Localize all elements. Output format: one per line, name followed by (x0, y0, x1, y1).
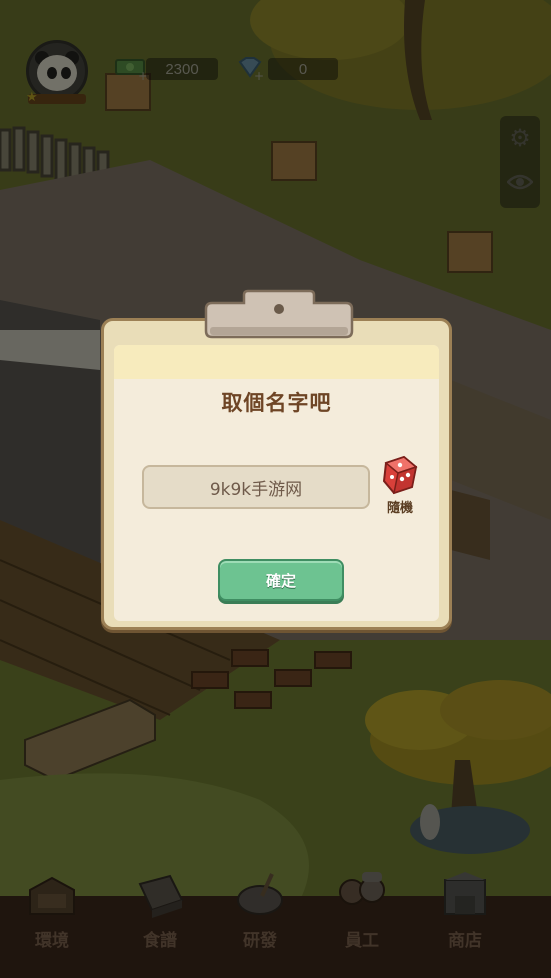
cash-icon: + (115, 59, 148, 80)
nav-label: 員工 (345, 931, 379, 951)
star-icon: ★ (26, 90, 38, 105)
nav-item-shop[interactable]: 商店 (415, 872, 515, 978)
confirm-button[interactable]: 確定 (218, 559, 344, 601)
dialog-title: 取個名字吧 (221, 391, 332, 415)
dice-icon (382, 455, 418, 495)
nav-item-environment[interactable]: 環境 (2, 876, 102, 978)
nav-item-research[interactable]: 研發 (210, 873, 310, 978)
level-bar: ★ (26, 90, 86, 105)
clipboard-clip (204, 289, 354, 339)
nav-label: 研發 (243, 931, 277, 951)
environment-icon (29, 876, 75, 915)
name-dialog: 取個名字吧 隨機 確定 (101, 318, 452, 630)
gear-icon[interactable]: ⚙ (504, 122, 536, 154)
recipe-book-icon (138, 874, 184, 918)
cooking-pot-icon (237, 873, 283, 915)
random-label: 隨機 (386, 501, 413, 516)
nav-item-staff[interactable]: 員工 (312, 872, 412, 978)
svg-text:+: + (254, 69, 264, 80)
bottom-nav: 環境 食譜 研發 員工 商店 (0, 872, 551, 978)
shop-icon (444, 872, 486, 915)
diamond-icon: + (238, 57, 264, 80)
panda-face (37, 55, 77, 91)
name-input[interactable] (142, 465, 370, 509)
paper-header-strip (114, 345, 439, 379)
cash-counter: 2300 (146, 58, 218, 80)
panda-eye-left (47, 67, 57, 79)
nav-item-recipes[interactable]: 食譜 (110, 874, 210, 978)
eye-shape (507, 174, 533, 190)
nav-label: 環境 (35, 931, 69, 951)
side-panel: ⚙ (500, 116, 540, 208)
panda-eye-right (61, 67, 71, 79)
gem-counter: 0 (268, 58, 338, 80)
dialog-paper: 取個名字吧 隨機 確定 (114, 345, 439, 621)
eye-icon[interactable] (504, 166, 536, 198)
nav-label: 食譜 (143, 931, 177, 951)
random-name-button[interactable]: 隨機 (380, 453, 420, 517)
nav-label: 商店 (448, 931, 482, 951)
staff-icon (339, 872, 385, 905)
